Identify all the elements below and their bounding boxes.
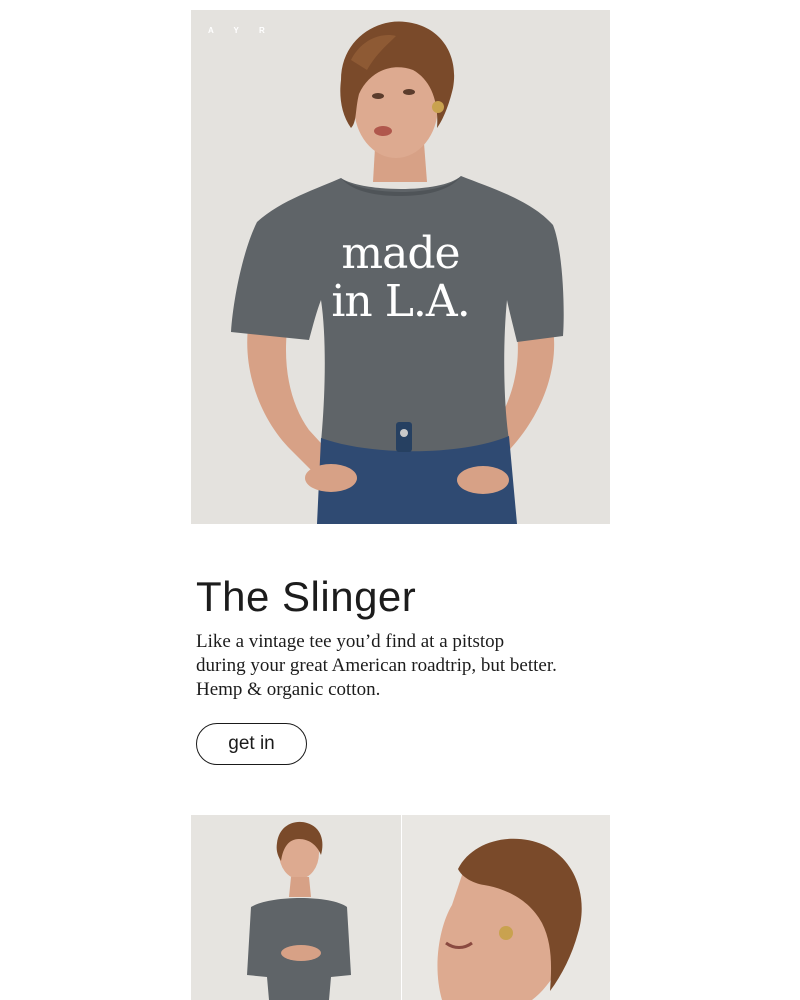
shirt-print-line-2: in L.A.: [331, 276, 470, 327]
description-line: Hemp & organic cotton.: [196, 679, 381, 700]
description-line: during your great American roadtrip, but…: [196, 655, 557, 676]
shirt-print-line-1: made: [341, 228, 460, 279]
product-description: Like a vintage tee you’d find at a pitst…: [196, 630, 606, 702]
gallery-photo-closeup: [402, 815, 610, 1000]
gallery-photo-standing: [191, 815, 401, 1000]
brand-logo: A Y R: [208, 26, 274, 35]
gallery-image-closeup[interactable]: [402, 815, 610, 1000]
product-title: The Slinger: [196, 573, 417, 620]
get-in-button[interactable]: get in: [196, 723, 307, 765]
image-gallery: [191, 815, 610, 1000]
hero-image[interactable]: A Y R made in L.A.: [191, 10, 610, 524]
description-line: Like a vintage tee you’d find at a pitst…: [196, 631, 505, 652]
gallery-image-standing[interactable]: [191, 815, 401, 1000]
